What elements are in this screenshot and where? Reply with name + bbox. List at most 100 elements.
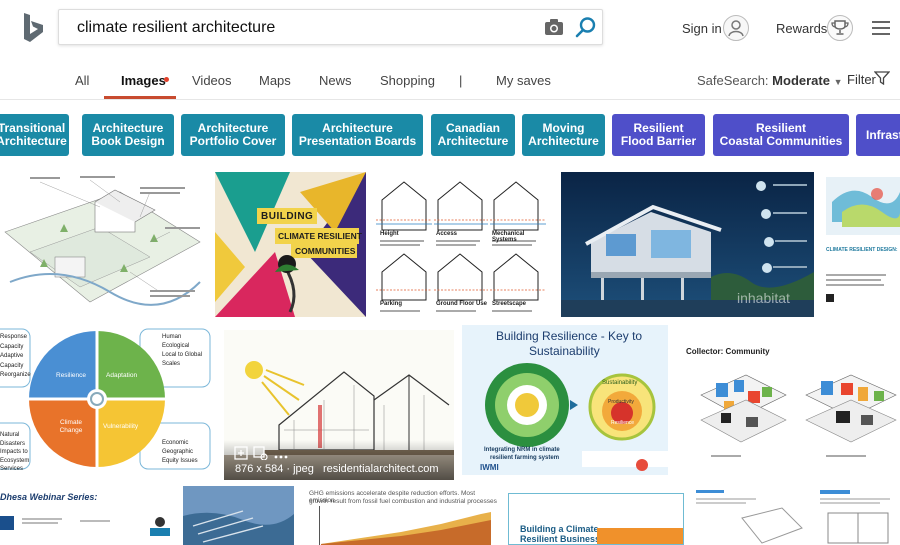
poster-line-2: CLIMATE RESILIENT (278, 231, 362, 241)
list-item: Human (162, 334, 182, 340)
avatar[interactable] (723, 15, 749, 41)
sector-vulnerability: Vulnerability (103, 423, 139, 430)
image-result-11[interactable] (183, 486, 294, 545)
chip-line1: Infrast (866, 127, 900, 142)
related-searches: Transitional Architecture Architecture Boo… (0, 114, 900, 156)
sign-in-link[interactable]: Sign in (682, 21, 722, 36)
community-cluster-diagrams (700, 374, 897, 457)
image-result-2[interactable]: BUILDING CLIMATE RESILIENT COMMUNITIES (215, 172, 366, 317)
image-result-14[interactable] (692, 488, 810, 545)
trophy-icon (831, 20, 849, 35)
key-productivity: Productivity (608, 399, 634, 405)
safesearch-label: SafeSearch: (697, 73, 769, 88)
poster-line-1: BUILDING (261, 211, 314, 222)
label-access: Access (436, 231, 458, 237)
tab-all[interactable]: All (75, 73, 89, 88)
business-slide (597, 528, 683, 544)
house-section-diagrams (376, 181, 546, 312)
list-item: Disasters (0, 440, 26, 447)
header: climate resilient architecture Sign in R… (0, 0, 900, 60)
image-result-5[interactable]: CLIMATE RESILIENT DESIGN: (822, 172, 900, 317)
key-caption-1: Integrating NRM in climate (484, 447, 560, 453)
tab-news[interactable]: News (319, 73, 352, 88)
sector-resilience: Resilience (56, 372, 86, 379)
image-dimensions: 876 x 584 · jpeg (235, 463, 314, 475)
chip-architecture-book-design[interactable]: Architecture Book Design (82, 114, 174, 156)
visual-search-icon (253, 446, 265, 458)
key-resilience: Resilience (611, 420, 635, 426)
label-height: Height (380, 231, 399, 237)
chip-transitional-architecture[interactable]: Transitional Architecture (0, 114, 69, 156)
tab-shopping[interactable]: Shopping (380, 73, 435, 88)
chip-architecture-presentation-boards[interactable]: Architecture Presentation Boards (292, 114, 423, 156)
new-indicator-dot (164, 77, 169, 82)
list-item: Ecological (162, 343, 190, 349)
chip-line2: Portfolio Cover (189, 134, 277, 148)
label-streetscape: Streetscape (492, 301, 527, 307)
list-item: Local to Global (162, 352, 203, 358)
image-result-9[interactable]: Collector: Community (676, 325, 900, 475)
rewards-link[interactable]: Rewards (776, 21, 827, 36)
list-item: Capacity (0, 362, 24, 369)
image-result-10[interactable]: Dhesa Webinar Series: (0, 488, 175, 545)
safesearch-dropdown[interactable]: SafeSearch: Moderate ▼ (697, 73, 843, 88)
chip-line2: Presentation Boards (298, 134, 417, 148)
image-source-link[interactable]: residentialarchitect.com (323, 463, 439, 475)
tab-videos[interactable]: Videos (192, 73, 232, 88)
chip-resilient-coastal-communities[interactable]: Resilient Coastal Communities (713, 114, 849, 156)
list-item: Reorganize (0, 372, 31, 378)
key-sustainability: Sustainability (602, 380, 638, 386)
label-parking: Parking (380, 301, 403, 307)
wheel-right-bottom-list: Economic Geographic Equity Issues (162, 439, 198, 466)
ghg-title-line2: growth result from fossil fuel combustio… (309, 498, 497, 505)
tab-maps[interactable]: Maps (259, 73, 291, 88)
image-result-15[interactable] (818, 488, 900, 545)
list-item: Geographic (162, 449, 194, 455)
webinar-title: Dhesa Webinar Series: (0, 492, 98, 502)
inhabitat-watermark: inhabitat (737, 290, 790, 306)
chip-line2: Architecture (437, 134, 509, 148)
chip-architecture-portfolio-cover[interactable]: Architecture Portfolio Cover (181, 114, 285, 156)
key-caption-2: resilient farming system (490, 455, 560, 461)
filter-icon[interactable] (874, 71, 890, 85)
image-result-8[interactable]: Building Resilience - Key to Sustainabil… (462, 325, 668, 475)
tab-images[interactable]: Images (121, 73, 166, 88)
image-result-4[interactable]: inhabitat (561, 172, 814, 317)
report-cover (826, 177, 900, 302)
search-input[interactable]: climate resilient architecture (77, 19, 275, 37)
label-mechanical: Mechanical Systems (492, 231, 525, 243)
chip-canadian-architecture[interactable]: Canadian Architecture (431, 114, 515, 156)
search-box[interactable]: climate resilient architecture (58, 9, 603, 45)
image-result-13[interactable]: Building a Climate Resilient Business: (508, 493, 684, 545)
tab-my-saves[interactable]: My saves (496, 73, 551, 88)
chip-infrastructure[interactable]: Infrast (856, 114, 900, 156)
image-result-3[interactable]: Height Access Mechanical Systems Parking… (374, 172, 550, 317)
filter-button[interactable]: Filter (847, 72, 876, 87)
image-result-1[interactable] (0, 172, 207, 317)
chip-resilient-flood-barrier[interactable]: Resilient Flood Barrier (612, 114, 705, 156)
list-item: Ecosystem (0, 457, 30, 464)
image-result-6[interactable]: Resilience Adaptation Climate Change Vul… (0, 325, 215, 473)
chip-moving-architecture[interactable]: Moving Architecture (522, 114, 605, 156)
aerial-coastline-photo (183, 486, 294, 545)
wheel-left-bottom-list: Natural Disasters Impacts to Ecosystem Servi… (0, 431, 29, 473)
isometric-campus-diagram (4, 176, 201, 306)
resilient-communities-poster (215, 172, 366, 317)
hamburger-menu-icon[interactable] (872, 21, 890, 35)
report-title: CLIMATE RESILIENT DESIGN: (826, 247, 898, 253)
poster-line-3: COMMUNITIES (295, 246, 356, 256)
list-item: Equity Issues (162, 458, 198, 464)
rewards-button[interactable] (827, 15, 853, 41)
camera-icon[interactable] (544, 18, 564, 36)
iwmi-logo: IWMI (480, 463, 499, 472)
image-action-icons[interactable] (234, 446, 294, 460)
chevron-down-icon: ▼ (833, 77, 843, 87)
sector-adaptation: Adaptation (106, 372, 138, 379)
search-icon[interactable] (575, 16, 597, 38)
document-thumbnail (696, 490, 803, 544)
list-item: Response (0, 334, 28, 340)
wheel-left-top-list: Response Capacity Adaptive Capacity Reorgani… (0, 333, 31, 381)
image-meta-info: 876 x 584 · jpeg residentialarchitect.co… (235, 463, 439, 475)
bing-logo-icon[interactable] (22, 12, 46, 44)
image-result-12[interactable]: GHG emissions accelerate despite reducti… (301, 486, 499, 545)
